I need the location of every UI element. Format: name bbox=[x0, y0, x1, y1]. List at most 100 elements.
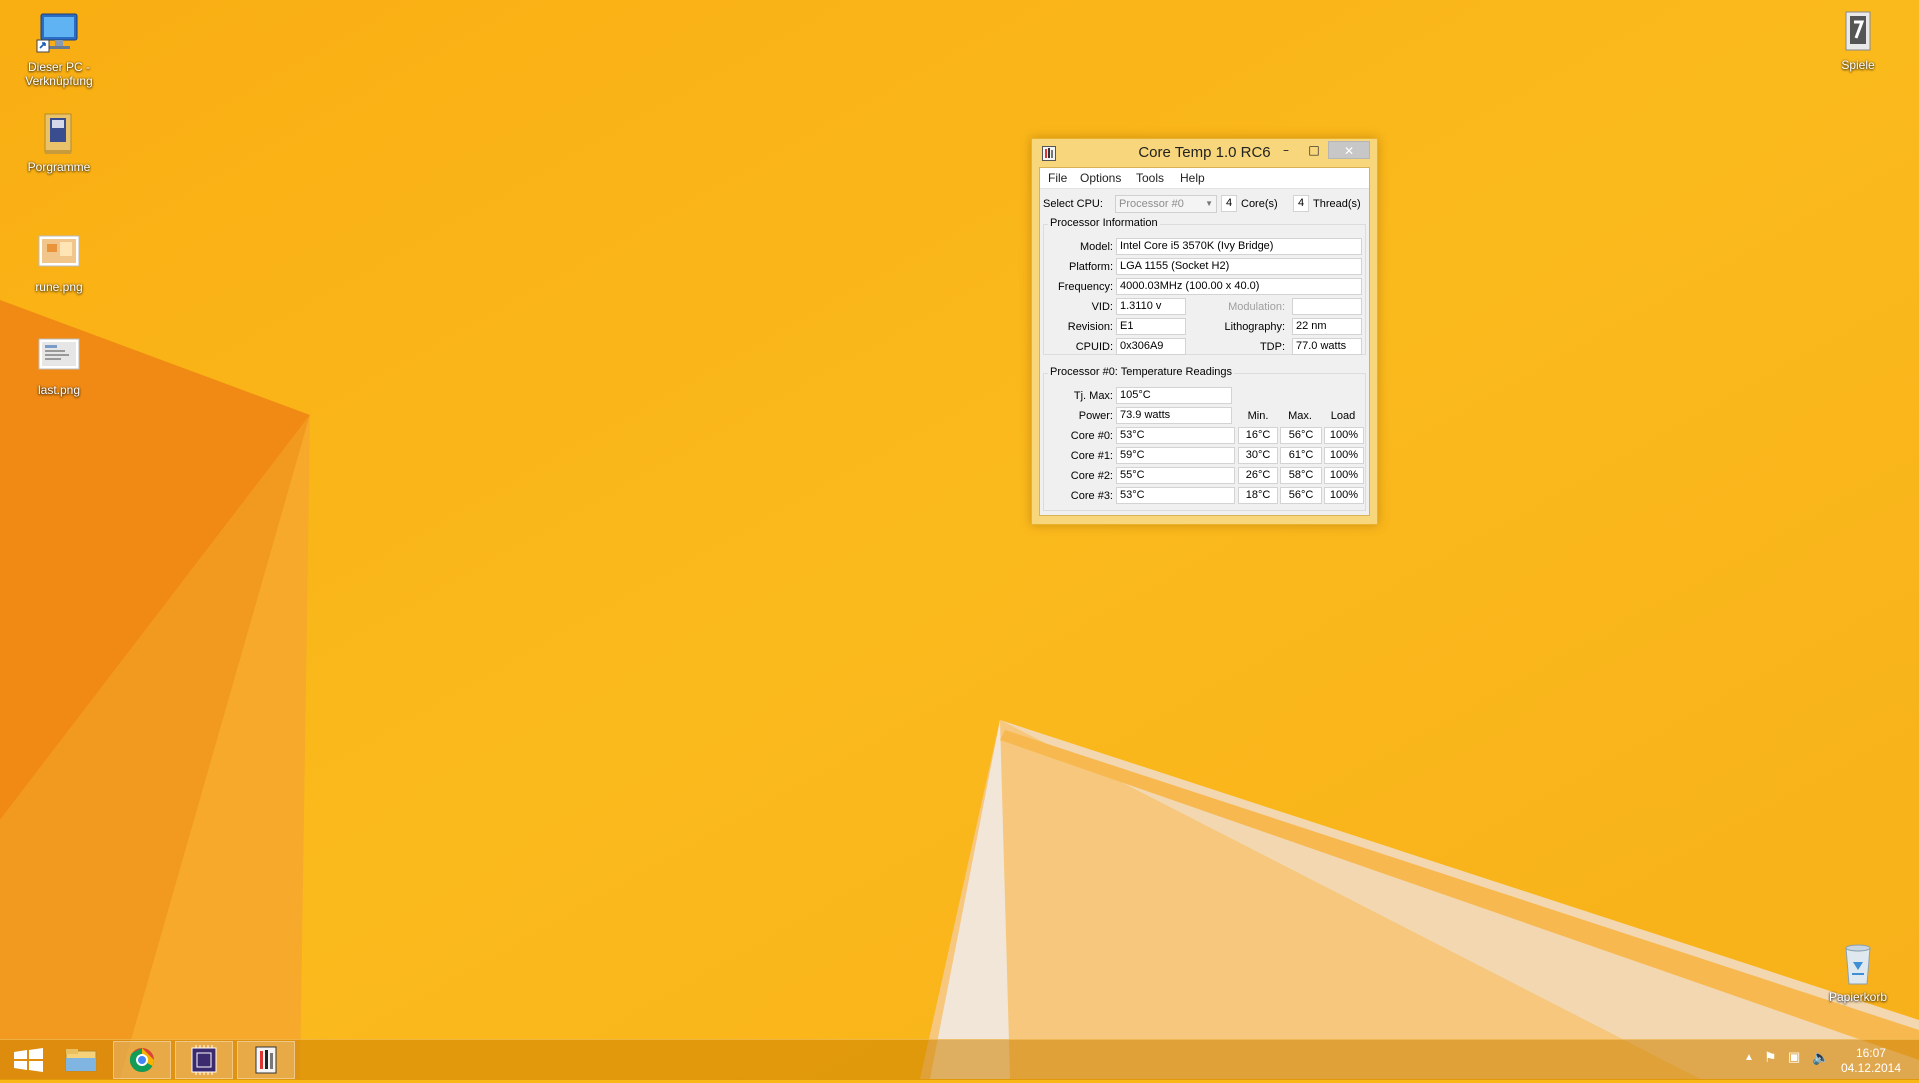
chrome-icon bbox=[129, 1048, 154, 1073]
cores-label: Core(s) bbox=[1241, 198, 1278, 210]
power-label: Power: bbox=[1078, 410, 1113, 422]
core-load: 100% bbox=[1324, 487, 1364, 504]
power-value: 73.9 watts bbox=[1116, 407, 1232, 424]
file-explorer-icon bbox=[65, 1049, 97, 1072]
modulation-value bbox=[1292, 298, 1362, 315]
folder-icon bbox=[1834, 8, 1882, 56]
action-center-flag-icon[interactable]: ⚑ bbox=[1764, 1049, 1777, 1066]
core-load: 100% bbox=[1324, 467, 1364, 484]
folder-icon bbox=[35, 110, 83, 158]
core-temp: 55°C bbox=[1116, 467, 1235, 484]
cores-count: 4 bbox=[1221, 195, 1237, 212]
show-hidden-icons-button[interactable]: ▲ bbox=[1744, 1052, 1754, 1063]
menu-tools[interactable]: Tools bbox=[1136, 171, 1164, 185]
desktop-icon-label: rune.png bbox=[35, 280, 83, 294]
taskbar-core-temp[interactable] bbox=[237, 1041, 295, 1079]
revision-label: Revision: bbox=[1067, 321, 1113, 333]
col-header-max: Max. bbox=[1288, 410, 1312, 422]
cpuid-value: 0x306A9 bbox=[1116, 338, 1186, 355]
core-min: 18°C bbox=[1238, 487, 1278, 504]
core-label: Core #2: bbox=[1070, 470, 1113, 482]
taskbar-cpu-app[interactable] bbox=[175, 1041, 233, 1079]
temperature-readings-title: Processor #0: Temperature Readings bbox=[1048, 366, 1235, 378]
network-icon[interactable]: ▣ bbox=[1788, 1049, 1800, 1065]
processor-info-title: Processor Information bbox=[1048, 217, 1160, 229]
desktop-icon-label: Spiele bbox=[1841, 58, 1875, 72]
tdp-label: TDP: bbox=[1259, 341, 1285, 353]
frequency-value: 4000.03MHz (100.00 x 40.0) bbox=[1116, 278, 1362, 295]
lithography-label: Lithography: bbox=[1224, 321, 1285, 333]
model-value: Intel Core i5 3570K (Ivy Bridge) bbox=[1116, 238, 1362, 255]
clock-time: 16:07 bbox=[1855, 1046, 1886, 1060]
desktop-icon-porgramme[interactable]: Porgramme bbox=[14, 110, 104, 174]
desktop-icon-last-png[interactable]: last.png bbox=[14, 333, 104, 397]
frequency-label: Frequency: bbox=[1057, 281, 1113, 293]
window-titlebar[interactable]: Core Temp 1.0 RC6 – □ ✕ bbox=[1032, 139, 1377, 167]
taskbar-chrome[interactable] bbox=[113, 1041, 171, 1079]
menu-bar: File Options Tools Help bbox=[1040, 168, 1369, 189]
core-min: 16°C bbox=[1238, 427, 1278, 444]
revision-value: E1 bbox=[1116, 318, 1186, 335]
core-temp-window[interactable]: Core Temp 1.0 RC6 – □ ✕ File Options Too… bbox=[1031, 138, 1378, 525]
core-temp-icon bbox=[255, 1046, 277, 1074]
vid-value: 1.3110 v bbox=[1116, 298, 1186, 315]
recycle-bin-icon bbox=[1834, 940, 1882, 988]
core-min: 26°C bbox=[1238, 467, 1278, 484]
computer-shortcut-icon bbox=[35, 10, 83, 58]
cpu-app-icon bbox=[191, 1045, 217, 1075]
menu-help[interactable]: Help bbox=[1180, 171, 1205, 185]
cpuid-label: CPUID: bbox=[1075, 341, 1113, 353]
desktop-icon-label: Porgramme bbox=[27, 160, 91, 174]
cpu-select[interactable]: Processor #0 ▼ bbox=[1115, 195, 1217, 213]
tjmax-label: Tj. Max: bbox=[1073, 390, 1113, 402]
taskbar-file-explorer[interactable] bbox=[52, 1041, 110, 1079]
core-load: 100% bbox=[1324, 447, 1364, 464]
core-min: 30°C bbox=[1238, 447, 1278, 464]
clock-date: 04.12.2014 bbox=[1840, 1061, 1901, 1075]
core-temp: 53°C bbox=[1116, 487, 1235, 504]
model-label: Model: bbox=[1079, 241, 1113, 253]
col-header-min: Min. bbox=[1247, 410, 1269, 422]
desktop-icon-papierkorb[interactable]: Papierkorb bbox=[1813, 940, 1903, 1004]
col-header-load: Load bbox=[1330, 410, 1356, 422]
taskbar: ▲ ⚑ ▣ 🔈 16:07 04.12.2014 bbox=[0, 1039, 1919, 1080]
maximize-button[interactable]: □ bbox=[1300, 141, 1328, 159]
desktop-icon-rune-png[interactable]: rune.png bbox=[14, 230, 104, 294]
modulation-label: Modulation: bbox=[1228, 301, 1285, 313]
image-file-icon bbox=[35, 333, 83, 381]
threads-label: Thread(s) bbox=[1313, 198, 1361, 210]
cpu-select-value: Processor #0 bbox=[1119, 198, 1184, 210]
core-max: 61°C bbox=[1280, 447, 1322, 464]
core-label: Core #0: bbox=[1070, 430, 1113, 442]
menu-file[interactable]: File bbox=[1048, 171, 1067, 185]
vid-label: VID: bbox=[1091, 301, 1113, 313]
core-temp: 53°C bbox=[1116, 427, 1235, 444]
chevron-down-icon: ▼ bbox=[1205, 199, 1213, 208]
tdp-value: 77.0 watts bbox=[1292, 338, 1362, 355]
threads-count: 4 bbox=[1293, 195, 1309, 212]
core-label: Core #3: bbox=[1070, 490, 1113, 502]
desktop-icon-this-pc[interactable]: Dieser PC - Verknüpfung bbox=[14, 10, 104, 88]
tjmax-value: 105°C bbox=[1116, 387, 1232, 404]
core-max: 56°C bbox=[1280, 427, 1322, 444]
volume-icon[interactable]: 🔈 bbox=[1812, 1049, 1829, 1066]
desktop-icon-label: last.png bbox=[37, 383, 81, 397]
core-temp: 59°C bbox=[1116, 447, 1235, 464]
start-button[interactable] bbox=[0, 1041, 58, 1079]
core-max: 58°C bbox=[1280, 467, 1322, 484]
desktop-icon-label: Papierkorb bbox=[1828, 990, 1888, 1004]
close-button[interactable]: ✕ bbox=[1328, 141, 1370, 159]
lithography-value: 22 nm bbox=[1292, 318, 1362, 335]
core-load: 100% bbox=[1324, 427, 1364, 444]
desktop-wallpaper bbox=[0, 0, 1919, 1079]
desktop-icon-spiele[interactable]: Spiele bbox=[1813, 8, 1903, 72]
image-file-icon bbox=[35, 230, 83, 278]
desktop-icon-label: Dieser PC - Verknüpfung bbox=[25, 60, 93, 88]
core-label: Core #1: bbox=[1070, 450, 1113, 462]
start-icon bbox=[14, 1048, 43, 1072]
minimize-button[interactable]: – bbox=[1272, 141, 1300, 159]
menu-options[interactable]: Options bbox=[1080, 171, 1121, 185]
window-client-area: File Options Tools Help Select CPU: Proc… bbox=[1039, 167, 1370, 516]
core-max: 56°C bbox=[1280, 487, 1322, 504]
taskbar-clock[interactable]: 16:07 04.12.2014 bbox=[1841, 1046, 1901, 1076]
